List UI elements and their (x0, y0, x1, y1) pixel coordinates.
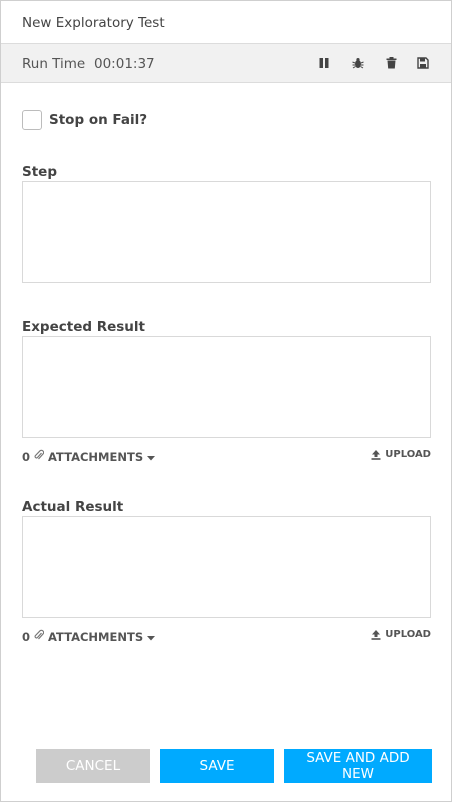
pause-icon[interactable] (317, 56, 331, 70)
expected-attachments-row: 0 ATTACHMENTS UPLOAD (22, 449, 431, 465)
cancel-button[interactable]: CANCEL (36, 749, 150, 783)
actual-result-label: Actual Result (22, 499, 124, 515)
paperclip-icon (34, 629, 45, 644)
actual-attachments-dropdown[interactable]: 0 ATTACHMENTS (22, 629, 159, 644)
actual-upload-button[interactable]: UPLOAD (371, 629, 431, 640)
expected-upload-button[interactable]: UPLOAD (371, 449, 431, 460)
trash-icon[interactable] (384, 56, 398, 70)
save-icon[interactable] (416, 56, 430, 70)
save-button[interactable]: SAVE (160, 749, 274, 783)
paperclip-icon (34, 449, 45, 464)
save-and-add-new-button[interactable]: SAVE AND ADD NEW (284, 749, 432, 783)
panel-title: New Exploratory Test (22, 15, 165, 31)
expected-attachments-dropdown[interactable]: 0 ATTACHMENTS (22, 449, 159, 464)
attachments-label: ATTACHMENTS (48, 629, 144, 644)
stop-on-fail-label: Stop on Fail? (49, 112, 148, 128)
attachments-label: ATTACHMENTS (48, 449, 144, 464)
exploratory-test-panel: New Exploratory Test Run Time 00:01:37 S… (0, 0, 452, 802)
upload-icon (371, 629, 381, 640)
upload-label: UPLOAD (385, 449, 431, 460)
stop-on-fail-checkbox[interactable] (22, 110, 42, 130)
bug-icon[interactable] (351, 56, 365, 70)
step-field[interactable] (22, 181, 431, 283)
run-toolbar: Run Time 00:01:37 (1, 43, 451, 83)
run-time-label: Run Time (22, 56, 86, 72)
actual-attachments-row: 0 ATTACHMENTS UPLOAD (22, 629, 431, 645)
attachments-count: 0 (22, 629, 31, 644)
run-time-value: 00:01:37 (94, 56, 155, 72)
expected-result-label: Expected Result (22, 319, 146, 335)
upload-label: UPLOAD (385, 629, 431, 640)
caret-down-icon (147, 630, 156, 644)
caret-down-icon (147, 450, 156, 464)
upload-icon (371, 449, 381, 460)
expected-result-field[interactable] (22, 336, 431, 438)
actual-result-field[interactable] (22, 516, 431, 618)
attachments-count: 0 (22, 449, 31, 464)
stop-on-fail-option[interactable]: Stop on Fail? (22, 110, 147, 130)
step-label: Step (22, 164, 57, 180)
